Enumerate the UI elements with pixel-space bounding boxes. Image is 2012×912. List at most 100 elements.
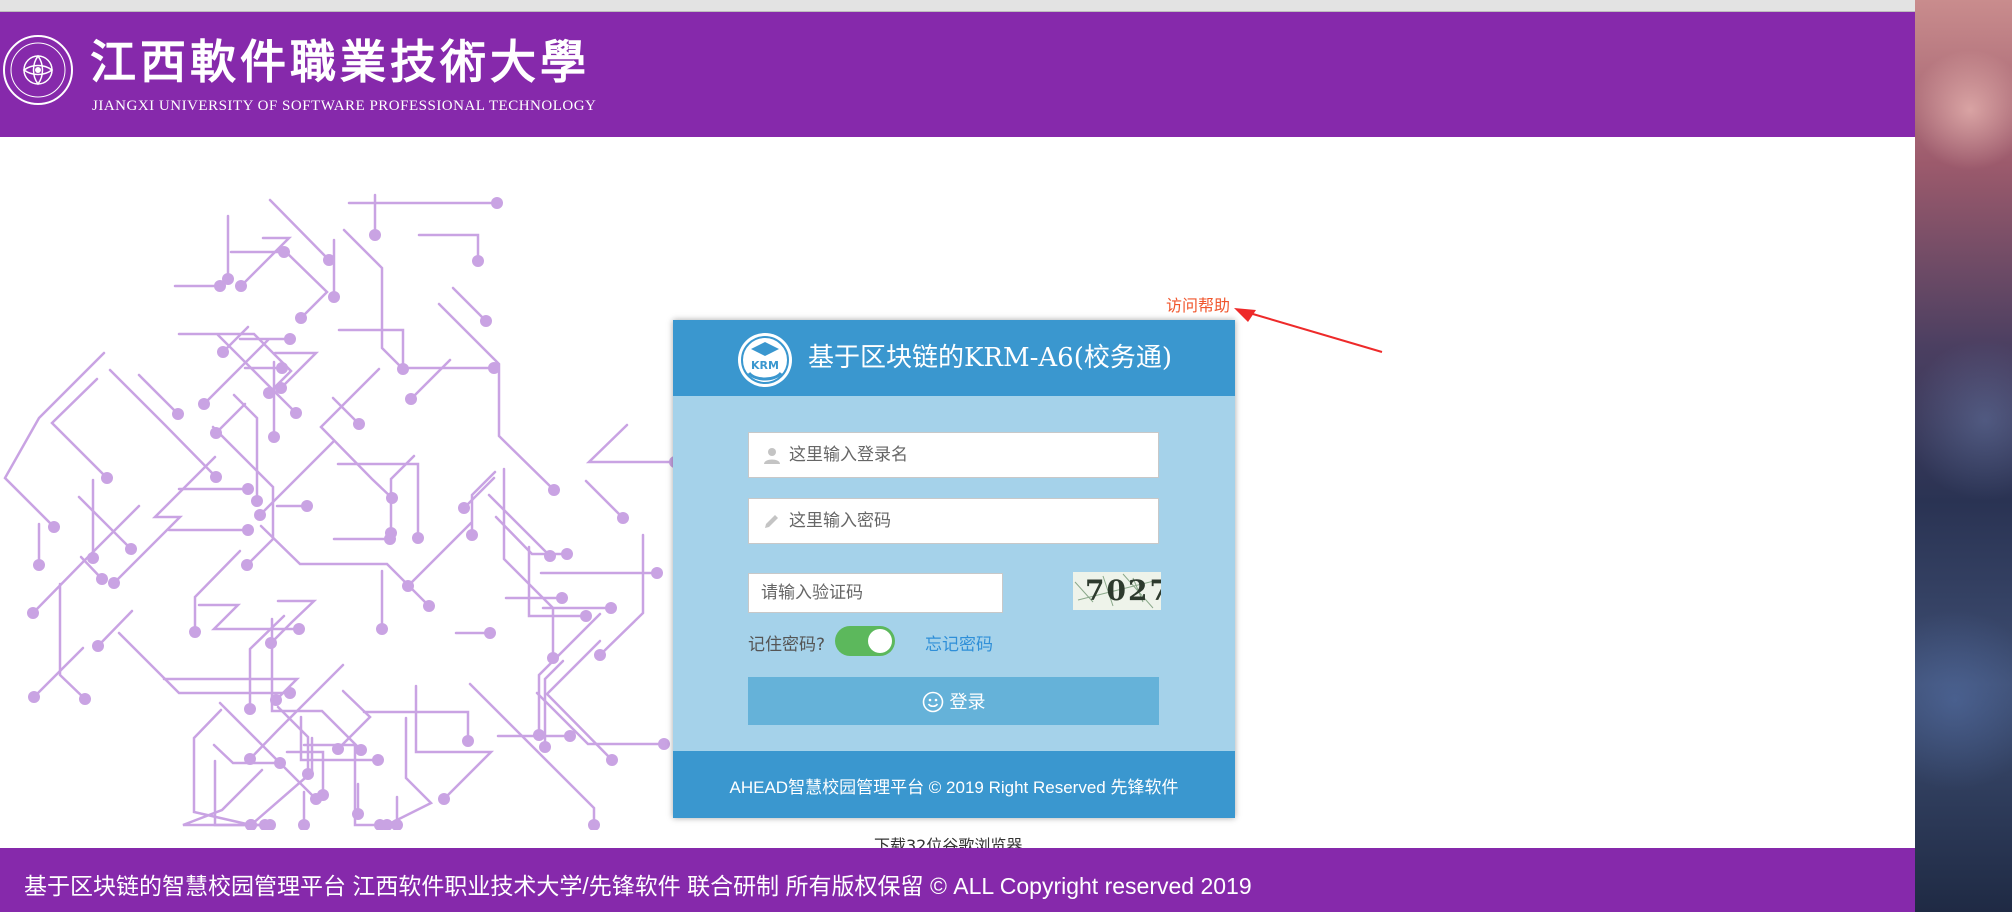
- circuit-node: [412, 532, 424, 544]
- circuit-node: [284, 333, 296, 345]
- circuit-trace: [417, 233, 480, 263]
- krm-logo-text: KRM: [751, 359, 779, 372]
- circuit-node: [198, 398, 210, 410]
- annotation-arrow-icon: [1234, 308, 1383, 353]
- circuit-node: [385, 527, 397, 539]
- circuit-node: [480, 315, 492, 327]
- circuit-node: [242, 524, 254, 536]
- circuit-node: [462, 735, 474, 747]
- circuit-node: [438, 793, 450, 805]
- circuit-trace: [527, 545, 588, 618]
- circuit-node: [33, 559, 45, 571]
- circuit-trace: [112, 455, 217, 585]
- circuit-trace: [598, 533, 645, 657]
- circuit-node: [275, 382, 287, 394]
- circuit-brain-decoration: [3, 193, 680, 830]
- circuit-node: [588, 819, 600, 830]
- circuit-trace: [409, 358, 452, 401]
- circuit-node: [405, 393, 417, 405]
- circuit-node: [539, 741, 551, 753]
- circuit-trace: [585, 423, 677, 464]
- remember-password-toggle[interactable]: [835, 626, 895, 656]
- circuit-node: [92, 640, 104, 652]
- circuit-trace: [336, 689, 372, 751]
- login-button[interactable]: 登录: [748, 677, 1159, 725]
- page-footer: 基于区块链的智慧校园管理平台 江西软件职业技术大学/先锋软件 联合研制 所有版权…: [0, 848, 1915, 912]
- school-seal-icon: [3, 35, 73, 105]
- circuit-trace: [258, 440, 335, 517]
- circuit-trace: [50, 377, 109, 480]
- password-input[interactable]: [789, 499, 1149, 543]
- circuit-node: [268, 431, 280, 443]
- username-input[interactable]: [789, 433, 1149, 477]
- circuit-node: [301, 500, 313, 512]
- circuit-node: [376, 623, 388, 635]
- circuit-node: [263, 387, 275, 399]
- circuit-node: [353, 418, 365, 430]
- circuit-node: [125, 543, 137, 555]
- school-name-en: JIANGXI UNIVERSITY OF SOFTWARE PROFESSIO…: [92, 98, 597, 114]
- circuit-trace: [211, 425, 275, 567]
- circuit-node: [423, 600, 435, 612]
- circuit-node: [217, 346, 229, 358]
- circuit-node: [651, 567, 663, 579]
- login-card-header: KRM 基于区块链的KRM-A6(校务通): [673, 320, 1235, 396]
- circuit-trace: [214, 402, 247, 435]
- login-title: 基于区块链的KRM-A6(校务通): [808, 343, 1173, 373]
- captcha-input[interactable]: [748, 573, 1003, 613]
- circuit-trace: [182, 768, 272, 827]
- circuit-node: [298, 819, 310, 830]
- circuit-node: [544, 550, 556, 562]
- forgot-password-link[interactable]: 忘记密码: [925, 630, 993, 655]
- circuit-node: [242, 483, 254, 495]
- circuit-node: [605, 602, 617, 614]
- circuit-node: [310, 793, 322, 805]
- captcha-image[interactable]: 7027: [1073, 572, 1161, 610]
- krm-logo-icon: KRM: [738, 333, 792, 387]
- circuit-trace: [270, 617, 363, 752]
- help-link[interactable]: 访问帮助: [1166, 292, 1230, 316]
- circuit-node: [265, 637, 277, 649]
- circuit-node: [214, 280, 226, 292]
- circuit-node: [658, 738, 670, 750]
- circuit-trace: [494, 515, 569, 556]
- circuit-node: [328, 291, 340, 303]
- circuit-node: [355, 744, 367, 756]
- circuit-node: [556, 592, 568, 604]
- circuit-node: [402, 580, 414, 592]
- login-card-footer: AHEAD智慧校园管理平台 © 2019 Right Reserved 先锋软件: [673, 751, 1235, 818]
- username-field[interactable]: [748, 432, 1159, 478]
- desktop-background: [1915, 0, 2012, 912]
- circuit-node: [101, 472, 113, 484]
- circuit-node: [580, 610, 592, 622]
- circuit-trace: [216, 333, 298, 415]
- circuit-trace: [487, 493, 552, 558]
- circuit-trace: [385, 716, 434, 827]
- circuit-node: [332, 743, 344, 755]
- pencil-icon: [765, 515, 778, 528]
- circuit-node: [254, 509, 266, 521]
- circuit-node: [87, 552, 99, 564]
- circuit-node: [606, 754, 618, 766]
- circuit-trace: [414, 684, 495, 801]
- circuit-node: [235, 280, 247, 292]
- circuit-node: [48, 521, 60, 533]
- circuit-node: [386, 492, 398, 504]
- password-field[interactable]: [748, 498, 1159, 544]
- circuit-trace: [108, 368, 218, 479]
- circuit-trace: [302, 743, 382, 827]
- circuit-node: [270, 694, 282, 706]
- circuit-trace: [117, 631, 292, 695]
- circuit-node: [276, 362, 288, 374]
- captcha-text: 7027: [1085, 574, 1161, 607]
- circuit-node: [472, 255, 484, 267]
- user-icon: [764, 448, 780, 464]
- circuit-trace: [202, 338, 270, 406]
- remember-password-label: 记住密码?: [748, 635, 826, 655]
- circuit-node: [79, 693, 91, 705]
- circuit-trace: [137, 373, 180, 416]
- circuit-node: [484, 627, 496, 639]
- circuit-trace: [451, 286, 488, 323]
- circuit-node: [548, 484, 560, 496]
- login-button-label: 登录: [949, 692, 986, 713]
